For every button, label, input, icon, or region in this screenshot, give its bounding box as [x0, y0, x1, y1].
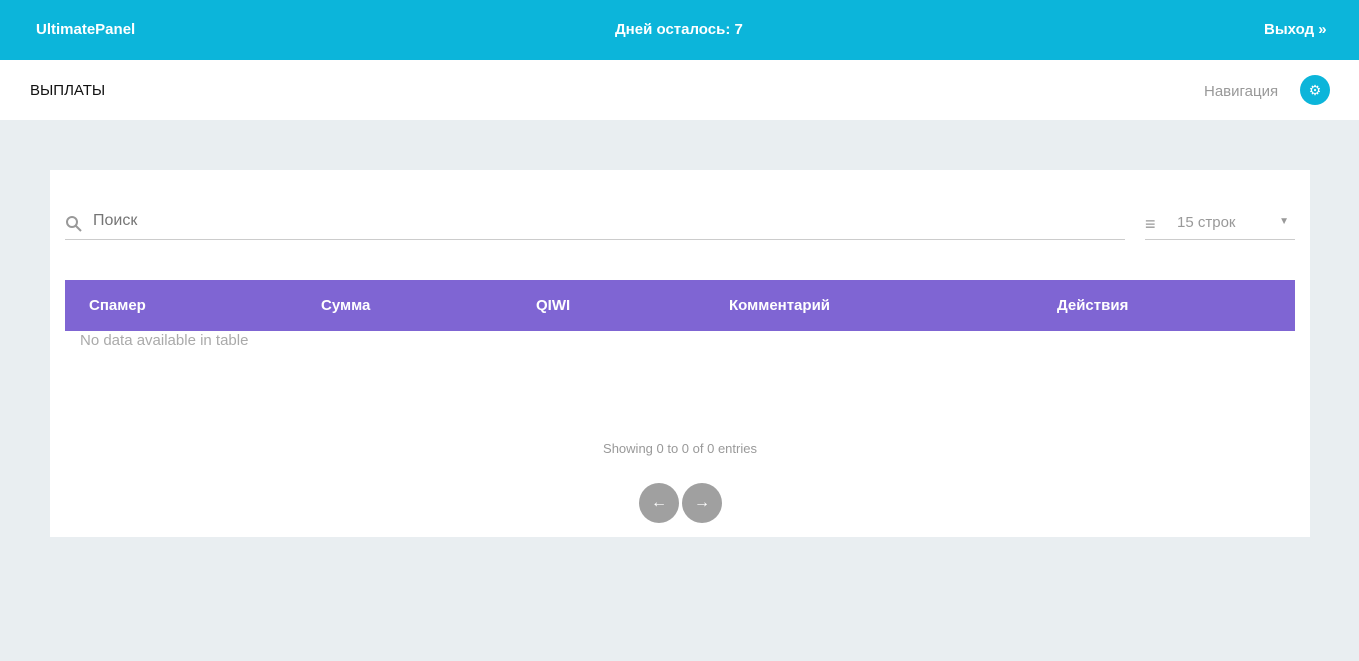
brand-logo[interactable]: UltimatePanel [36, 21, 135, 38]
navigation-link[interactable]: Навигация [1204, 83, 1278, 100]
table-info: Showing 0 to 0 of 0 entries [603, 441, 757, 456]
col-comment[interactable]: Комментарий [729, 297, 830, 314]
empty-message: No data available in table [80, 332, 249, 349]
rows-per-page-select[interactable]: ≡ 15 строк ▼ [1145, 210, 1295, 240]
days-left: Дней осталось: 7 [615, 21, 743, 38]
prev-page-button[interactable]: ← [639, 483, 679, 523]
rows-select-value: 15 строк [1177, 214, 1236, 231]
search-field[interactable] [65, 210, 1125, 240]
gear-icon[interactable]: ⚙ [1300, 75, 1330, 105]
chevron-down-icon: ▼ [1279, 216, 1289, 227]
col-actions[interactable]: Действия [1057, 297, 1128, 314]
table-header: Спамер Сумма QIWI Комментарий Действия [65, 280, 1295, 331]
payouts-card: ≡ 15 строк ▼ Спамер Сумма QIWI Комментар… [50, 170, 1310, 537]
menu-icon: ≡ [1145, 214, 1156, 234]
next-page-button[interactable]: → [682, 483, 722, 523]
col-qiwi[interactable]: QIWI [536, 297, 570, 314]
top-bar: UltimatePanel Дней осталось: 7 Выход » [0, 0, 1359, 60]
search-input[interactable] [93, 212, 1093, 230]
page-title: ВЫПЛАТЫ [30, 82, 106, 99]
col-spammer[interactable]: Спамер [89, 297, 146, 314]
page-header: ВЫПЛАТЫ Навигация ⚙ [0, 60, 1359, 120]
logout-link[interactable]: Выход » [1264, 21, 1327, 38]
col-amount[interactable]: Сумма [321, 297, 370, 314]
search-icon [66, 216, 82, 232]
